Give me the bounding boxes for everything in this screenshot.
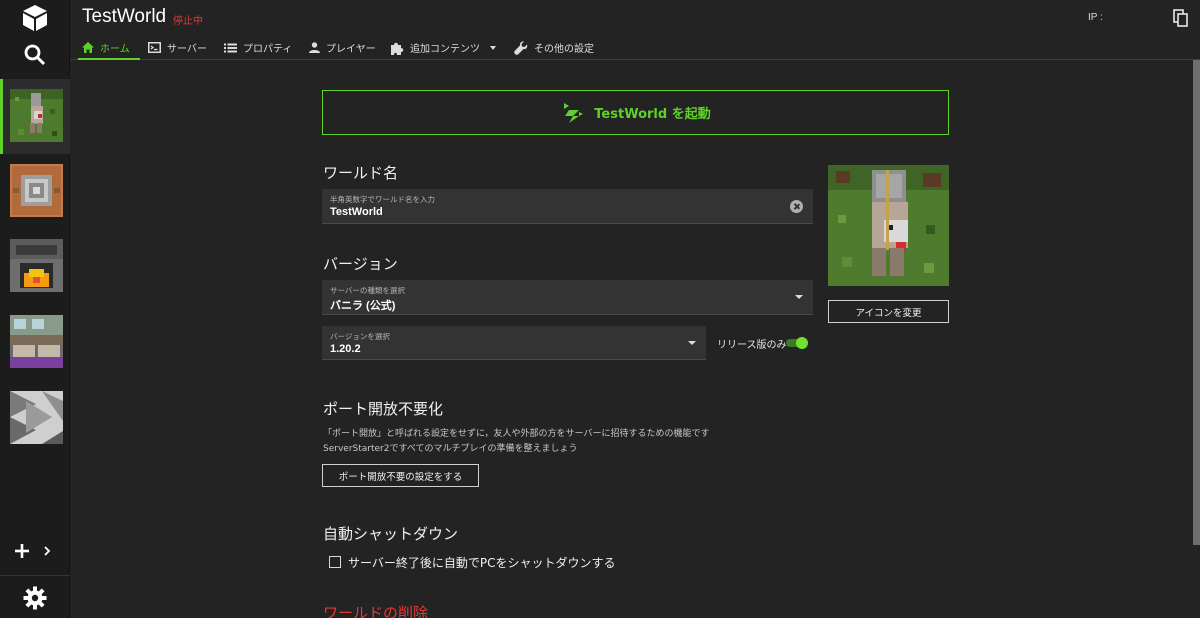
field-label: 半角英数字でワールド名を入力 — [330, 195, 435, 204]
sidebar-world-item[interactable] — [0, 305, 70, 380]
port-setup-button[interactable]: ポート開放不要の設定をする — [322, 464, 479, 487]
version-select[interactable]: バージョンを選択 1.20.2 — [322, 326, 706, 360]
auto-shutdown-label[interactable]: サーバー終了後に自動でPCをシャットダウンする — [348, 554, 616, 571]
field-label: バージョンを選択 — [330, 332, 390, 341]
tab-home[interactable]: ホーム — [78, 35, 140, 60]
tab-bar: ホーム サーバー プロパティ プレイヤー 追加コンテンツ その他の設定 — [70, 35, 770, 60]
add-world-button[interactable] — [12, 538, 58, 564]
port-description: 「ポート開放」と呼ばれる設定をせずに，友人や外部の方をサーバーに招待するための機… — [323, 429, 710, 439]
delete-world-heading: ワールドの削除 — [323, 604, 429, 618]
tab-label: その他の設定 — [534, 44, 594, 55]
sidebar-world-item[interactable] — [0, 154, 70, 229]
toggle-knob — [796, 337, 808, 349]
world-thumbnail — [10, 315, 63, 368]
auto-shutdown-checkbox[interactable] — [329, 556, 341, 568]
change-icon-button[interactable]: アイコンを変更 — [828, 300, 949, 323]
port-heading: ポート開放不要化 — [323, 400, 444, 418]
tab-label: プレイヤー — [326, 44, 376, 55]
version-heading: バージョン — [323, 255, 398, 273]
sidebar — [0, 0, 70, 618]
server-type-value: バニラ (公式) — [330, 300, 396, 312]
scrollbar-thumb[interactable] — [1193, 60, 1200, 545]
release-only-label: リリース版のみ — [717, 340, 787, 351]
field-label: サーバーの種類を選択 — [330, 286, 405, 295]
tab-server[interactable]: サーバー — [148, 35, 207, 60]
port-setup-label: ポート開放不要の設定をする — [338, 471, 463, 483]
world-thumbnail — [10, 89, 63, 142]
gear-icon[interactable] — [22, 585, 48, 611]
tab-label: 追加コンテンツ — [410, 44, 480, 55]
app-logo-icon — [23, 5, 47, 31]
tab-label: サーバー — [167, 44, 207, 55]
terminal-icon — [148, 42, 161, 53]
wrench-icon — [514, 40, 528, 55]
port-description: ServerStarter2ですべてのマルチプレイの準備を整えましょう — [323, 444, 578, 454]
header: TestWorld 停止中 IP : ホーム サーバー プロパティ プレイヤー … — [70, 0, 1200, 60]
list-icon — [224, 43, 237, 52]
world-name-heading: ワールド名 — [323, 164, 399, 182]
tab-label: ホーム — [100, 44, 130, 55]
world-name-field[interactable]: 半角英数字でワールド名を入力 TestWorld — [322, 189, 813, 224]
copy-icon[interactable] — [1173, 9, 1189, 27]
launch-label: TestWorld を起動 — [594, 107, 711, 122]
person-icon — [309, 42, 320, 53]
change-icon-label: アイコンを変更 — [855, 307, 922, 319]
world-thumbnail — [10, 239, 63, 292]
server-type-select[interactable]: サーバーの種類を選択 バニラ (公式) — [322, 280, 813, 315]
tab-other-settings[interactable]: その他の設定 — [514, 35, 594, 60]
search-icon[interactable] — [22, 42, 48, 68]
sidebar-world-item[interactable] — [0, 79, 70, 154]
status-badge: 停止中 — [173, 16, 203, 27]
chevron-down-icon — [688, 341, 696, 345]
tab-players[interactable]: プレイヤー — [309, 35, 376, 60]
release-only-toggle[interactable] — [786, 337, 808, 349]
shutdown-heading: 自動シャットダウン — [323, 525, 459, 543]
tab-addons[interactable]: 追加コンテンツ — [390, 35, 500, 60]
tab-label: プロパティ — [243, 44, 293, 55]
sidebar-world-item[interactable] — [0, 381, 70, 456]
world-thumbnail — [10, 391, 63, 444]
sidebar-divider — [0, 575, 70, 576]
world-name-input[interactable]: TestWorld — [330, 206, 383, 218]
chevron-down-icon — [490, 45, 496, 50]
page-title: TestWorld — [82, 6, 167, 27]
launch-logo-icon — [564, 102, 584, 123]
world-icon-image — [828, 165, 949, 286]
launch-world-button[interactable]: TestWorld を起動 — [322, 90, 949, 135]
clear-icon[interactable] — [790, 200, 803, 213]
version-value: 1.20.2 — [330, 343, 361, 355]
world-thumbnail — [10, 164, 63, 217]
puzzle-icon — [391, 42, 404, 55]
ip-label: IP : — [1088, 12, 1103, 23]
sidebar-world-item[interactable] — [0, 229, 70, 304]
tab-properties[interactable]: プロパティ — [224, 35, 292, 60]
chevron-down-icon — [795, 295, 803, 299]
home-icon — [82, 42, 94, 53]
plus-icon — [15, 544, 51, 558]
